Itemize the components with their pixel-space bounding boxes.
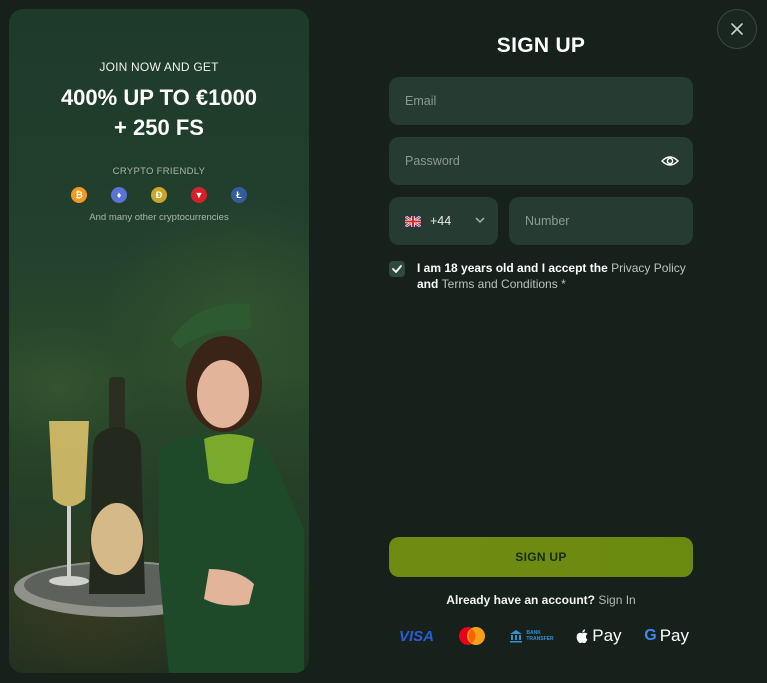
phone-code-select[interactable]: +44 bbox=[389, 197, 498, 245]
phone-number-field[interactable]: Number bbox=[509, 197, 693, 245]
google-pay-logo: G Pay bbox=[644, 626, 689, 646]
crypto-others-text: And many other cryptocurrencies bbox=[89, 212, 229, 223]
terms-agreement: I am 18 years old and I accept the Priva… bbox=[389, 260, 693, 292]
promo-panel: JOIN NOW AND GET 400% UP TO €1000 + 250 … bbox=[9, 9, 309, 673]
apple-pay-text: Pay bbox=[592, 626, 622, 645]
already-text: Already have an account? bbox=[446, 593, 595, 607]
terms-conditions-link[interactable]: Terms and Conditions bbox=[442, 277, 558, 291]
eye-icon[interactable] bbox=[661, 152, 679, 170]
bitcoin-icon: ₿ bbox=[71, 187, 87, 203]
litecoin-icon: Ł bbox=[231, 187, 247, 203]
password-placeholder: Password bbox=[405, 154, 460, 168]
close-icon bbox=[731, 23, 743, 35]
visa-logo: VISA bbox=[399, 628, 434, 645]
email-placeholder: Email bbox=[405, 94, 437, 108]
google-pay-text: Pay bbox=[659, 626, 689, 645]
visa-text: VISA bbox=[399, 627, 435, 645]
bank-transfer-logo: BANK TRANSFER bbox=[509, 629, 554, 643]
signin-prompt: Already have an account? Sign In bbox=[389, 593, 693, 607]
bank-icon bbox=[510, 630, 523, 643]
privacy-policy-link[interactable]: Privacy Policy bbox=[611, 261, 686, 275]
close-button[interactable] bbox=[717, 9, 757, 49]
check-icon bbox=[392, 265, 402, 273]
chevron-down-icon bbox=[475, 217, 485, 224]
email-field[interactable]: Email bbox=[389, 77, 693, 125]
dogecoin-icon: Ð bbox=[151, 187, 167, 203]
crypto-icons: ₿ ♦ Ð ▼ Ł bbox=[9, 187, 309, 203]
uk-flag-icon bbox=[405, 215, 421, 227]
apple-pay-logo: Pay bbox=[576, 626, 622, 646]
tron-icon: ▼ bbox=[191, 187, 207, 203]
terms-and: and bbox=[417, 277, 442, 291]
password-field[interactable]: Password bbox=[389, 137, 693, 185]
terms-checkbox[interactable] bbox=[389, 261, 405, 277]
apple-icon bbox=[576, 629, 588, 644]
promo-headline-line2: + 250 FS bbox=[114, 115, 204, 140]
terms-prefix: I am 18 years old and I accept the bbox=[417, 261, 612, 275]
required-mark: * bbox=[557, 277, 566, 291]
bank-line2: TRANSFER bbox=[526, 636, 554, 642]
ethereum-icon: ♦ bbox=[111, 187, 127, 203]
terms-text: I am 18 years old and I accept the Priva… bbox=[417, 260, 686, 292]
number-placeholder: Number bbox=[525, 214, 570, 228]
promo-headline-line1: 400% UP TO €1000 bbox=[60, 85, 258, 110]
crypto-label: CRYPTO FRIENDLY bbox=[112, 166, 206, 177]
mastercard-icon bbox=[457, 626, 487, 646]
promo-headline: 400% UP TO €1000 + 250 FS bbox=[9, 83, 309, 143]
promo-join-text: JOIN NOW AND GET bbox=[99, 60, 219, 74]
payment-methods: VISA BANK TRANSFER Pay G Pay bbox=[399, 625, 689, 647]
page-title: SIGN UP bbox=[496, 34, 586, 57]
google-g-icon: G bbox=[644, 627, 657, 644]
signin-link[interactable]: Sign In bbox=[598, 593, 635, 607]
promo-content: JOIN NOW AND GET 400% UP TO €1000 + 250 … bbox=[9, 9, 309, 223]
phone-code-value: +44 bbox=[430, 214, 452, 228]
signup-button[interactable]: SIGN UP bbox=[389, 537, 693, 577]
